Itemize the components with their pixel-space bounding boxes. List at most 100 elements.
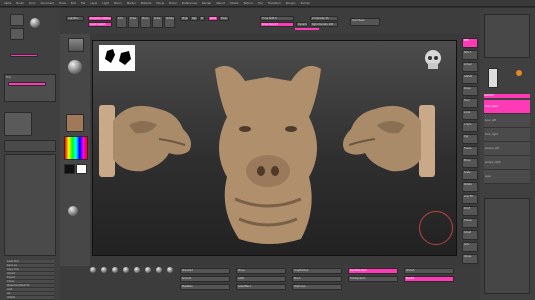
right-shelf-button-rotate[interactable]: Rotate xyxy=(462,182,478,192)
menu-item-alpha[interactable]: Alpha xyxy=(4,2,11,5)
brush-preset-sphere-icon[interactable] xyxy=(134,267,140,273)
brush-button-smooth[interactable]: Smooth xyxy=(180,276,230,282)
brush-thumbnail[interactable] xyxy=(10,14,24,26)
projection-master-button[interactable]: Projection Master xyxy=(88,16,112,21)
boar-left-model[interactable] xyxy=(99,101,195,181)
stroke-thumbnail[interactable] xyxy=(10,28,24,40)
brush-preset-sphere-icon[interactable] xyxy=(101,267,107,273)
brush-preset-sphere-icon[interactable] xyxy=(156,267,162,273)
menu-item-layer[interactable]: Layer xyxy=(90,2,97,5)
brush-button-pinch[interactable]: Pinch xyxy=(292,276,342,282)
menu-item-material[interactable]: Material xyxy=(141,2,152,5)
brush-button-selectrect[interactable]: SelectRect xyxy=(236,284,286,290)
color-picker[interactable] xyxy=(64,136,88,160)
right-shelf-button-frame[interactable]: Frame xyxy=(462,146,478,156)
right-shelf-button-scale[interactable]: Scale xyxy=(462,170,478,180)
brush-button-hpolish[interactable]: hPolish xyxy=(404,268,454,274)
zadd-button[interactable]: Zadd xyxy=(208,16,218,21)
right-shelf-button-line-fill[interactable]: Line Fill xyxy=(462,194,478,204)
tool-menu-item[interactable]: Visible xyxy=(6,296,54,300)
menu-item-tool[interactable]: Tool xyxy=(258,2,263,5)
right-shelf-button-xpose[interactable]: Xpose xyxy=(462,254,478,264)
right-shelf-button-aahalf[interactable]: AAHalf xyxy=(462,74,478,84)
brush-button-claybuildup[interactable]: ClayBuildup xyxy=(292,268,342,274)
quicksave-button[interactable]: QuickSave xyxy=(350,18,380,26)
menu-item-movie[interactable]: Movie xyxy=(156,2,164,5)
rgb-button[interactable]: Rgb xyxy=(190,16,198,21)
brush-button-move[interactable]: Move xyxy=(236,268,286,274)
mrgb-button[interactable]: Mrgb xyxy=(180,16,189,21)
quick-sketch-button[interactable]: Quick Sketch xyxy=(88,22,112,27)
material-swatch[interactable] xyxy=(66,114,84,132)
brush-button-standard[interactable]: Standard xyxy=(180,268,230,274)
subtool-item[interactable]: plaque_right xyxy=(484,156,530,170)
edit-button[interactable]: Edit xyxy=(116,16,127,28)
menu-item-marker[interactable]: Marker xyxy=(127,2,136,5)
subtool-item[interactable]: boar_right xyxy=(484,128,530,142)
z-intensity-slider[interactable]: Z Intensity 25 xyxy=(310,16,338,21)
view-skull-icon[interactable] xyxy=(423,49,443,71)
subtool-item[interactable]: boar_head xyxy=(484,100,530,114)
right-shelf-button-l-sym[interactable]: L.Sym xyxy=(462,122,478,132)
menu-item-edit[interactable]: Edit xyxy=(71,2,76,5)
document-canvas[interactable] xyxy=(92,40,457,256)
boar-head-model[interactable] xyxy=(205,59,331,249)
brush-button-clipcurve[interactable]: ClipCurve xyxy=(292,284,342,290)
secondary-color[interactable] xyxy=(64,164,75,174)
right-shelf-button-ghost[interactable]: Ghost xyxy=(462,230,478,240)
right-shelf-button-actual[interactable]: Actual xyxy=(462,62,478,72)
brush-button-inflat[interactable]: Inflat xyxy=(236,276,286,282)
menu-item-transform[interactable]: Transform xyxy=(268,2,281,5)
menu-item-document[interactable]: Document xyxy=(41,2,54,5)
scale-button[interactable]: Scale xyxy=(152,16,163,28)
subtool-item[interactable]: eyes xyxy=(484,170,530,184)
brush-button-maskpen[interactable]: MaskPen xyxy=(180,284,230,290)
subtool-header[interactable]: SubTool xyxy=(484,94,530,98)
tool-thumbnail[interactable] xyxy=(4,112,32,136)
menu-item-picker[interactable]: Picker xyxy=(169,2,177,5)
right-shelf-button-solo[interactable]: Solo xyxy=(462,242,478,252)
material-sphere-icon[interactable] xyxy=(30,18,40,28)
spix-swatch[interactable] xyxy=(488,68,498,88)
draw-button[interactable]: Draw xyxy=(128,16,139,28)
menu-item-light[interactable]: Light xyxy=(102,2,108,5)
cube-tool-icon[interactable] xyxy=(68,38,84,52)
draw-size-slider[interactable]: Draw Size 64 xyxy=(260,22,294,27)
material-preview-icon[interactable] xyxy=(68,206,78,216)
navigation-thumbnail[interactable] xyxy=(99,45,135,71)
brush-button-slash3[interactable]: Slash3 xyxy=(404,276,454,282)
subtool-item[interactable]: plaque_left xyxy=(484,142,530,156)
right-shelf-button-xyz[interactable]: Xyz xyxy=(462,134,478,144)
m-button[interactable]: M xyxy=(199,16,205,21)
move-button[interactable]: Move xyxy=(140,16,151,28)
rgb-intensity-slider[interactable]: Rgb Intensity 100 xyxy=(310,22,338,27)
right-shelf-button-spix-3[interactable]: SPix 3 xyxy=(462,50,478,60)
brush-button-trimdynamic[interactable]: TrimDynamic xyxy=(348,276,398,282)
menu-item-brush[interactable]: Brush xyxy=(16,2,24,5)
subtool-item[interactable]: boar_left xyxy=(484,114,530,128)
menu-item-preferences[interactable]: Preferences xyxy=(182,2,197,5)
menu-item-macro[interactable]: Macro xyxy=(114,2,122,5)
dynamic-button[interactable]: Dynamic xyxy=(296,22,308,27)
brush-preset-sphere-icon[interactable] xyxy=(167,267,173,273)
menu-item-zscript[interactable]: Zscript xyxy=(301,2,310,5)
brush-preset-sphere-icon[interactable] xyxy=(145,267,151,273)
active-tool-highlight[interactable] xyxy=(8,82,46,86)
lightbox-button[interactable]: LightBox xyxy=(66,16,84,21)
menu-item-render[interactable]: Render xyxy=(202,2,211,5)
menu-item-stencil[interactable]: Stencil xyxy=(216,2,225,5)
brush-button-damstandard[interactable]: DamStandard xyxy=(348,268,398,274)
right-shelf-button-transp[interactable]: Transp xyxy=(462,218,478,228)
menu-item-zplugin[interactable]: Zplugin xyxy=(286,2,296,5)
right-shelf-button-polyf[interactable]: PolyF xyxy=(462,206,478,216)
main-color[interactable] xyxy=(76,164,87,174)
menu-item-file[interactable]: File xyxy=(81,2,85,5)
brush-preset-sphere-icon[interactable] xyxy=(90,267,96,273)
menu-item-stroke[interactable]: Stroke xyxy=(230,2,238,5)
right-shelf-button-floor[interactable]: Floor xyxy=(462,98,478,108)
right-shelf-button-bpr[interactable]: BPR xyxy=(462,38,478,48)
boar-right-model[interactable] xyxy=(335,101,435,183)
brush-preset-sphere-icon[interactable] xyxy=(112,267,118,273)
right-shelf-button-persp[interactable]: Persp xyxy=(462,86,478,96)
menu-item-color[interactable]: Color xyxy=(29,2,36,5)
